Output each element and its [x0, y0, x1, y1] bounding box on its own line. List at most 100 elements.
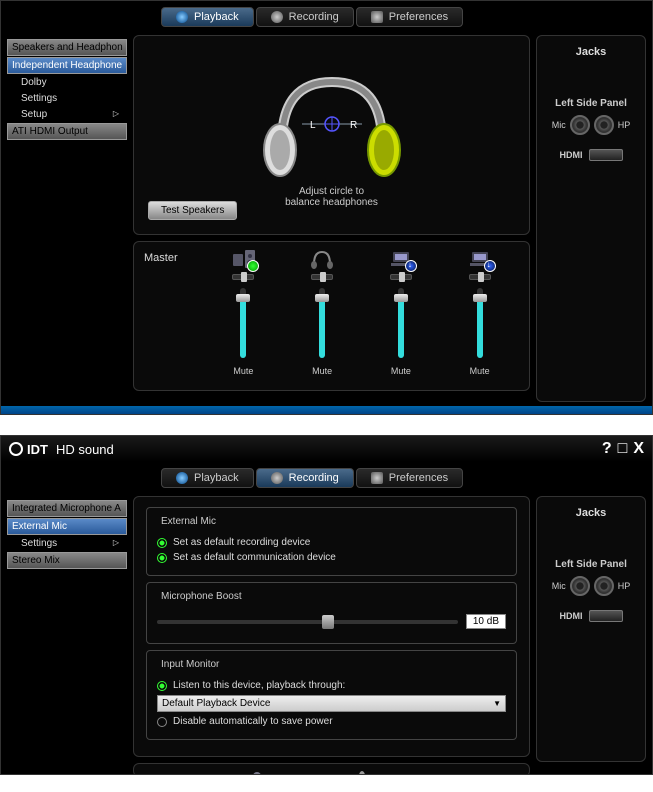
- boost-value: 10 dB: [466, 614, 506, 629]
- external-mic-group: External Mic Set as default recording de…: [146, 507, 517, 576]
- volume-slider[interactable]: [319, 288, 325, 358]
- boost-slider[interactable]: [157, 620, 458, 624]
- headphones-graphic[interactable]: L R: [232, 62, 432, 182]
- volume-slider[interactable]: [240, 288, 246, 358]
- listen-option[interactable]: Listen to this device, playback through:: [157, 680, 506, 691]
- balance-panel: L R Adjust circle tobalance headphones T…: [133, 35, 530, 235]
- hdmi-label: HDMI: [560, 611, 583, 621]
- channel-toggle[interactable]: [311, 274, 333, 280]
- mic-label: Mic: [552, 120, 566, 130]
- jacks-panel: Jacks Left Side Panel Mic HP HDMI: [536, 35, 646, 402]
- dropdown-value: Default Playback Device: [162, 698, 270, 709]
- tab-label: Playback: [194, 472, 239, 484]
- option-label: Set as default communication device: [173, 552, 336, 563]
- recording-icon: [271, 11, 283, 23]
- radio-icon: [157, 553, 167, 563]
- channel-toggle[interactable]: [232, 274, 254, 280]
- microphone-icon: [348, 770, 376, 775]
- help-button[interactable]: ?: [602, 440, 612, 458]
- sidebar-item-speakers[interactable]: Speakers and Headphon: [7, 39, 127, 56]
- hp-jack-icon[interactable]: [594, 115, 614, 135]
- recording-window: IDT HD sound ? □ X Playback Recording Pr…: [0, 435, 653, 775]
- mute-label[interactable]: Mute: [233, 366, 253, 376]
- window-footer: [1, 406, 652, 414]
- sidebar-item-settings[interactable]: Settings: [7, 91, 127, 106]
- preferences-icon: [371, 472, 383, 484]
- download-badge-icon: [405, 260, 417, 272]
- mute-label[interactable]: Mute: [470, 366, 490, 376]
- group-legend: Input Monitor: [157, 659, 223, 670]
- mic-device-icon: [243, 770, 271, 775]
- option-label: Listen to this device, playback through:: [173, 680, 345, 691]
- sidebar-item-setup[interactable]: Setup: [7, 107, 127, 122]
- test-speakers-button[interactable]: Test Speakers: [148, 201, 237, 220]
- channel-toggle[interactable]: [469, 274, 491, 280]
- radio-icon: [157, 681, 167, 691]
- close-button[interactable]: X: [633, 440, 644, 458]
- mic-jack-icon[interactable]: [570, 576, 590, 596]
- default-recording-option[interactable]: Set as default recording device: [157, 537, 506, 548]
- option-label: Set as default recording device: [173, 537, 310, 548]
- channel-card: [453, 770, 481, 775]
- playback-device-dropdown[interactable]: Default Playback Device ▼: [157, 695, 506, 712]
- idt-logo-icon: [9, 442, 23, 456]
- preferences-icon: [371, 11, 383, 23]
- hp-jack-icon[interactable]: [594, 576, 614, 596]
- sidebar-item-dolby[interactable]: Dolby: [7, 75, 127, 90]
- channel-mic2: [348, 770, 376, 775]
- tab-recording[interactable]: Recording: [256, 468, 354, 488]
- sidebar-item-headphone[interactable]: Independent Headphone: [7, 57, 127, 74]
- tab-playback[interactable]: Playback: [161, 7, 254, 27]
- tab-preferences[interactable]: Preferences: [356, 7, 463, 27]
- svg-text:L: L: [310, 120, 316, 131]
- hp-label: HP: [618, 581, 631, 591]
- jacks-title: Jacks: [541, 507, 641, 519]
- tab-label: Recording: [289, 11, 339, 23]
- speaker-icon: [229, 248, 257, 270]
- side-panel-label: Left Side Panel: [541, 98, 641, 109]
- channel-master: Mute: [229, 248, 257, 376]
- tab-label: Preferences: [389, 472, 448, 484]
- chevron-down-icon: ▼: [493, 699, 501, 708]
- group-legend: External Mic: [157, 516, 220, 527]
- volume-slider[interactable]: [477, 288, 483, 358]
- volume-slider[interactable]: [398, 288, 404, 358]
- maximize-button[interactable]: □: [618, 440, 628, 458]
- tab-label: Recording: [289, 472, 339, 484]
- default-comm-option[interactable]: Set as default communication device: [157, 552, 506, 563]
- playback-icon: [176, 472, 188, 484]
- input-monitor-group: Input Monitor Listen to this device, pla…: [146, 650, 517, 740]
- sidebar-item-settings[interactable]: Settings: [7, 536, 127, 551]
- hdmi-port-icon[interactable]: [589, 610, 623, 622]
- tab-label: Preferences: [389, 11, 448, 23]
- sidebar-item-extmic[interactable]: External Mic: [7, 518, 127, 535]
- sidebar-item-intmic[interactable]: Integrated Microphone A: [7, 500, 127, 517]
- channel-toggle[interactable]: [390, 274, 412, 280]
- sidebar: Speakers and Headphon Independent Headph…: [7, 35, 127, 402]
- svg-text:R: R: [350, 120, 357, 131]
- radio-icon: [157, 538, 167, 548]
- sidebar-item-stereomix[interactable]: Stereo Mix: [7, 552, 127, 569]
- brand-text: IDT: [27, 442, 48, 457]
- disable-auto-option[interactable]: Disable automatically to save power: [157, 716, 506, 727]
- mute-label[interactable]: Mute: [391, 366, 411, 376]
- master-label: Master: [144, 248, 204, 264]
- title-bar: IDT HD sound ? □ X: [1, 436, 652, 462]
- channel-headphones: Mute: [308, 248, 336, 376]
- tab-recording[interactable]: Recording: [256, 7, 354, 27]
- mixer-panel: Master Mute Mute: [133, 241, 530, 391]
- settings-panel: External Mic Set as default recording de…: [133, 496, 530, 757]
- playback-window: Playback Recording Preferences Speakers …: [0, 0, 653, 415]
- channel-mic: [243, 770, 271, 775]
- jacks-title: Jacks: [541, 46, 641, 58]
- sidebar: Integrated Microphone A External Mic Set…: [7, 496, 127, 762]
- balance-instruction: Adjust circle tobalance headphones: [285, 186, 378, 208]
- headphones-icon: [308, 248, 336, 270]
- mic-jack-icon[interactable]: [570, 115, 590, 135]
- mute-label[interactable]: Mute: [312, 366, 332, 376]
- tab-preferences[interactable]: Preferences: [356, 468, 463, 488]
- sidebar-item-hdmi[interactable]: ATI HDMI Output: [7, 123, 127, 140]
- download-badge-icon: [484, 260, 496, 272]
- hdmi-port-icon[interactable]: [589, 149, 623, 161]
- tab-playback[interactable]: Playback: [161, 468, 254, 488]
